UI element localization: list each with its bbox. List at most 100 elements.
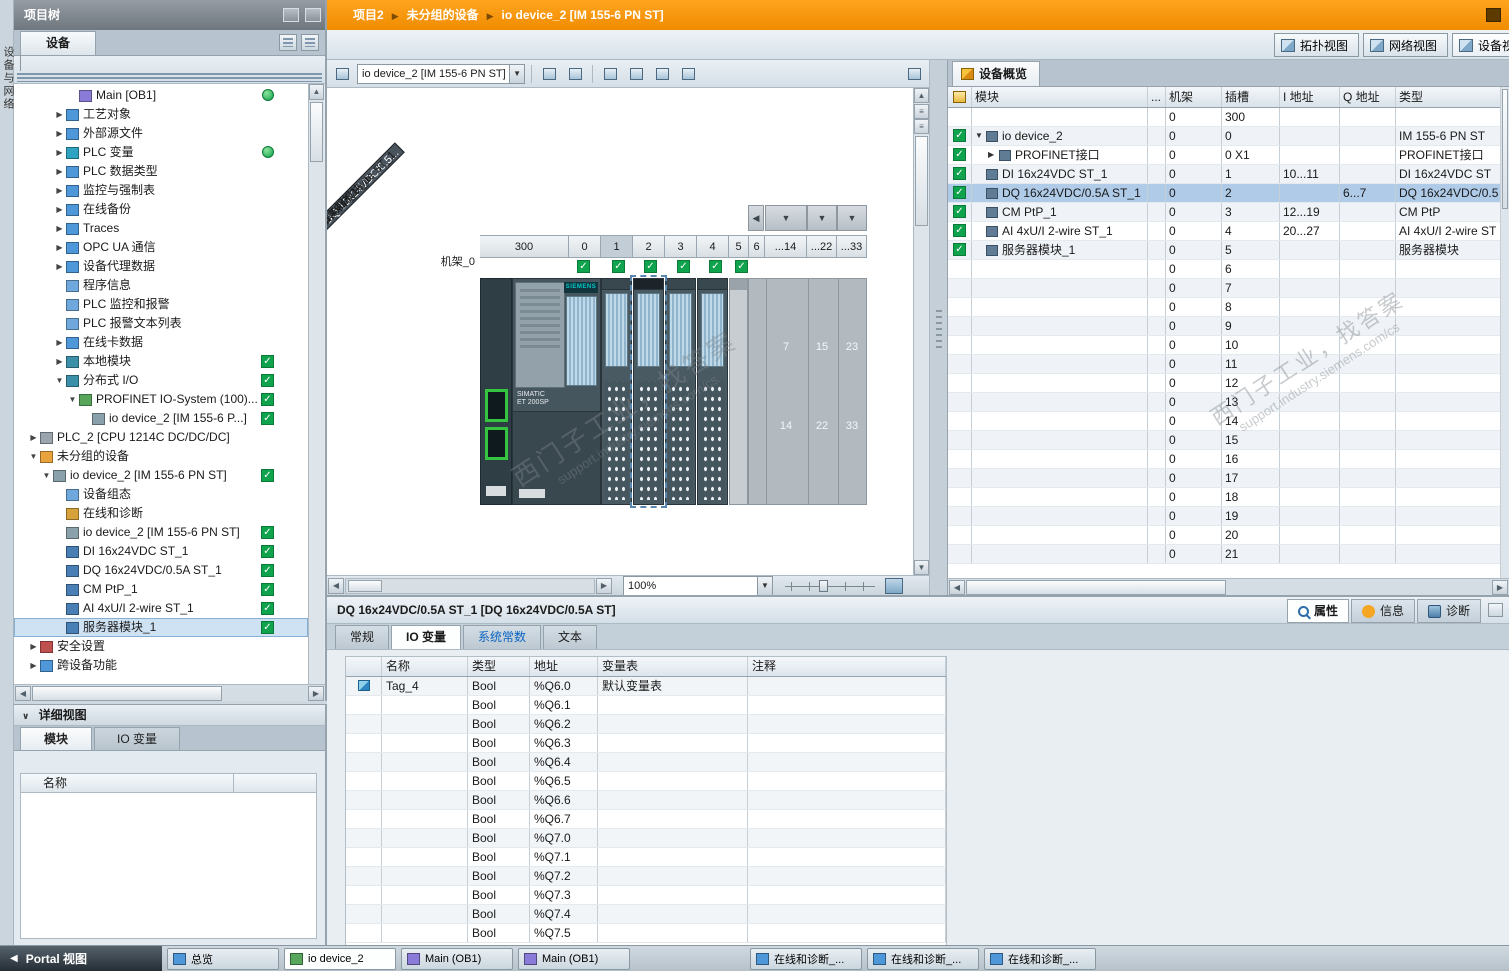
slot-number-cell[interactable]: ...22 [807,235,837,258]
tag-name-cell[interactable] [382,886,468,904]
tree-expander-icon[interactable]: ▼ [27,447,40,466]
device-overview-row[interactable]: 0 13 [948,393,1509,412]
device-overview-row[interactable]: 0 19 [948,507,1509,526]
device-overview-row[interactable]: 0 21 [948,545,1509,564]
tree-expander-icon[interactable]: ▶ [53,124,66,143]
portal-view-button[interactable]: ◀ Portal 视图 [0,945,162,971]
scroll-down-icon[interactable]: ▼ [914,560,929,575]
table-icon[interactable] [651,64,673,84]
type-cell[interactable]: Bool [468,905,530,923]
address-cell[interactable]: %Q6.4 [530,753,598,771]
tree-expander-icon[interactable]: ▶ [27,637,40,656]
collapse-panel-icon[interactable] [305,8,321,22]
row-expander-icon[interactable]: ▶ [988,146,999,164]
slot-group-dropdown-icon[interactable]: ▼ [765,205,807,231]
properties-tab[interactable]: 属性 [1286,599,1349,623]
module-slot-4[interactable] [697,278,728,505]
slot-group-dropdown-icon[interactable]: ▼ [837,205,867,231]
device-overview-row[interactable]: DI 16x24VDC ST_1 0 1 10...11 DI 16x24VDC… [948,165,1509,184]
comment-cell[interactable] [748,772,946,790]
type-cell[interactable]: Bool [468,753,530,771]
col-module[interactable]: 模块 [972,87,1148,107]
slot-number-cell[interactable]: ...14 [765,235,807,258]
col-dots[interactable]: ... [1148,87,1166,107]
comment-cell[interactable] [748,715,946,733]
canvas-vscrollbar[interactable]: ▲ ≡ ≡ ▼ [913,88,929,575]
tab-device-overview[interactable]: 设备概览 [952,61,1041,86]
tree-item[interactable]: CM PtP_1 [14,580,308,599]
tree-item[interactable]: 设备组态 [14,485,308,504]
breadcrumb-label[interactable]: 未分组的设备 [407,8,479,22]
io-variable-row[interactable]: Tag_4 Bool %Q6.0 默认变量表 [346,677,946,696]
tree-item[interactable]: ▶ 在线卡数据 [14,333,308,352]
properties-tab[interactable]: 诊断 [1416,599,1481,623]
address-cell[interactable]: %Q7.1 [530,848,598,866]
io-variable-row[interactable]: Bool %Q7.4 [346,905,946,924]
col-i-address[interactable]: I 地址 [1280,87,1340,107]
io-variable-row[interactable]: Bool %Q6.4 [346,753,946,772]
scroll-thumb[interactable] [310,102,323,162]
tag-table-cell[interactable] [598,715,748,733]
window-menu-icon[interactable] [1486,8,1501,22]
tag-table-cell[interactable] [598,867,748,885]
zoom-slider-handle[interactable] [819,579,828,592]
split-view-icon[interactable] [903,64,925,84]
tag-name-cell[interactable] [382,924,468,942]
tag-table-cell[interactable] [598,810,748,828]
tree-expander-icon[interactable]: ▶ [27,428,40,447]
tree-item[interactable]: ▶ 本地模块 [14,352,308,371]
slot-number-cell[interactable]: 5 [729,235,749,258]
page-up-icon[interactable]: ≡ [914,104,929,119]
device-select-dropdown[interactable]: io device_2 [IM 155-6 PN ST] ▼ [357,63,525,84]
address-cell[interactable]: %Q7.0 [530,829,598,847]
scroll-up-icon[interactable]: ▲ [309,84,324,100]
tag-name-cell[interactable] [382,810,468,828]
device-overview-row[interactable]: ▼ io device_2 0 0 IM 155-6 PN ST [948,127,1509,146]
breadcrumb-label[interactable]: io device_2 [IM 155-6 PN ST] [502,8,664,22]
tree-item[interactable]: PLC 监控和报警 [14,295,308,314]
scroll-left-icon[interactable]: ◀ [949,580,965,595]
comment-cell[interactable] [748,848,946,866]
col-comment[interactable]: 注释 [748,657,946,676]
tree-item[interactable]: ▼ io device_2 [IM 155-6 PN ST] [14,466,308,485]
properties-subtab[interactable]: 文本 [543,625,598,649]
scroll-thumb[interactable] [1502,89,1508,209]
address-cell[interactable]: %Q6.2 [530,715,598,733]
tree-item[interactable]: io device_2 [IM 155-6 P...] [14,409,308,428]
device-overview-row[interactable]: 0 18 [948,488,1509,507]
device-overview-row[interactable]: 0 14 [948,412,1509,431]
tab-devices[interactable]: 设备 [20,31,96,55]
properties-tab[interactable]: 信息 [1350,599,1415,623]
tag-name-cell[interactable] [382,905,468,923]
taskbar-editor-button[interactable]: io device_2 [284,947,396,970]
tree-expander-icon[interactable]: ▶ [53,219,66,238]
tag-name-cell[interactable] [382,772,468,790]
breadcrumb-segment[interactable]: 项目2 [337,8,384,22]
address-cell[interactable]: %Q6.7 [530,810,598,828]
module-label[interactable]: 服务器模块_1 [327,173,375,230]
taskbar-editor-button[interactable]: 在线和诊断_... [867,947,979,970]
tree-expander-icon[interactable]: ▶ [53,257,66,276]
tree-item[interactable]: ▶ PLC 变量 [14,143,308,162]
tag-table-cell[interactable]: 默认变量表 [598,677,748,695]
scroll-right-icon[interactable]: ▶ [1492,580,1508,595]
tag-table-cell[interactable] [598,886,748,904]
row-expander-icon[interactable]: ▼ [975,127,986,145]
detail-view-name-header[interactable]: 名称 [20,773,317,793]
io-variable-row[interactable]: Bool %Q6.1 [346,696,946,715]
io-variable-row[interactable]: Bool %Q7.2 [346,867,946,886]
tag-table-cell[interactable] [598,696,748,714]
tag-name-cell[interactable] [382,867,468,885]
tree-item[interactable]: io device_2 [IM 155-6 PN ST] [14,523,308,542]
bus-adapter-module[interactable] [480,278,512,505]
type-cell[interactable]: Bool [468,829,530,847]
tag-table-cell[interactable] [598,753,748,771]
address-cell[interactable]: %Q6.1 [530,696,598,714]
type-cell[interactable]: Bool [468,924,530,942]
properties-subtab[interactable]: 常规 [335,625,390,649]
scroll-thumb[interactable] [348,579,382,592]
type-cell[interactable]: Bool [468,848,530,866]
address-cell[interactable]: %Q6.0 [530,677,598,695]
module-filter-icon[interactable] [953,91,966,103]
server-module[interactable] [729,278,748,505]
